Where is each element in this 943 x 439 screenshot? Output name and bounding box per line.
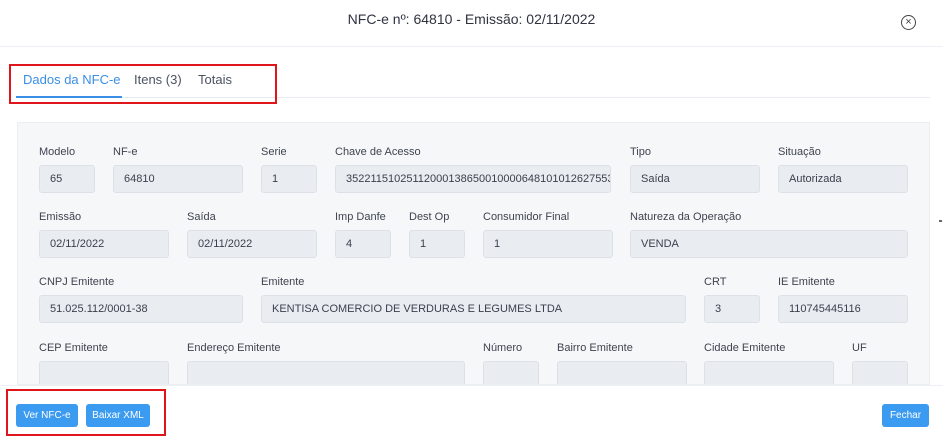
saida-label: Saída (187, 211, 216, 223)
emitente-label: Emitente (261, 276, 305, 288)
emissao-label: Emissão (39, 211, 82, 223)
tabs-highlight-box (9, 64, 277, 104)
saida-field[interactable]: 02/11/2022 (187, 230, 317, 258)
cnpj-emitente-field[interactable]: 51.025.112/0001-38 (39, 295, 243, 323)
uf-label: UF (852, 342, 867, 354)
modelo-label: Modelo (39, 146, 76, 158)
endereco-field[interactable] (187, 361, 465, 384)
bairro-field[interactable] (557, 361, 687, 384)
modal-header: NFC-e nº: 64810 - Emissão: 02/11/2022 × (0, 0, 943, 47)
natureza-label: Natureza da Operação (630, 211, 742, 223)
modal-title: NFC-e nº: 64810 - Emissão: 02/11/2022 (347, 11, 596, 27)
bairro-label: Bairro Emitente (557, 342, 633, 354)
serie-field[interactable]: 1 (261, 165, 317, 193)
tipo-field[interactable]: Saída (630, 165, 760, 193)
nfe-label: NF-e (113, 146, 138, 158)
cep-emitente-field[interactable] (39, 361, 169, 384)
modelo-field[interactable]: 65 (39, 165, 95, 193)
ie-emitente-label: IE Emitente (778, 276, 835, 288)
uf-field[interactable] (852, 361, 908, 384)
emitente-field[interactable]: KENTISA COMERCIO DE VERDURAS E LEGUMES L… (261, 295, 686, 323)
dest-op-label: Dest Op (409, 211, 450, 223)
situacao-field[interactable]: Autorizada (778, 165, 908, 193)
baixar-xml-button[interactable]: Baixar XML (86, 404, 150, 427)
cidade-label: Cidade Emitente (704, 342, 786, 354)
crt-field[interactable]: 3 (704, 295, 760, 323)
chave-field[interactable]: 3522115102511200013865001000064810101262… (335, 165, 611, 193)
ver-nfce-button[interactable]: Ver NFC-e (16, 404, 78, 427)
tipo-label: Tipo (630, 146, 651, 158)
consumidor-final-label: Consumidor Final (483, 211, 570, 223)
ie-emitente-field[interactable]: 110745445116 (778, 295, 908, 323)
serie-label: Serie (261, 146, 287, 158)
chave-label: Chave de Acesso (335, 146, 421, 158)
fechar-button[interactable]: Fechar (882, 404, 929, 427)
crt-label: CRT (704, 276, 727, 288)
cep-emitente-label: CEP Emitente (39, 342, 108, 354)
endereco-label: Endereço Emitente (187, 342, 281, 354)
scroll-edge-mark (939, 220, 942, 222)
numero-field[interactable] (483, 361, 539, 384)
imp-danfe-label: Imp Danfe (335, 211, 386, 223)
emissao-field[interactable]: 02/11/2022 (39, 230, 169, 258)
cidade-field[interactable] (704, 361, 834, 384)
dest-op-field[interactable]: 1 (409, 230, 465, 258)
consumidor-final-field[interactable]: 1 (483, 230, 613, 258)
cnpj-emitente-label: CNPJ Emitente (39, 276, 115, 288)
imp-danfe-field[interactable]: 4 (335, 230, 391, 258)
natureza-field[interactable]: VENDA (630, 230, 908, 258)
situacao-label: Situação (778, 146, 821, 158)
nfe-field[interactable]: 64810 (113, 165, 243, 193)
nfce-details-panel[interactable]: Modelo 65 NF-e 64810 Serie 1 Chave de Ac… (17, 122, 930, 385)
numero-label: Número (483, 342, 523, 354)
close-icon[interactable]: × (901, 15, 916, 30)
